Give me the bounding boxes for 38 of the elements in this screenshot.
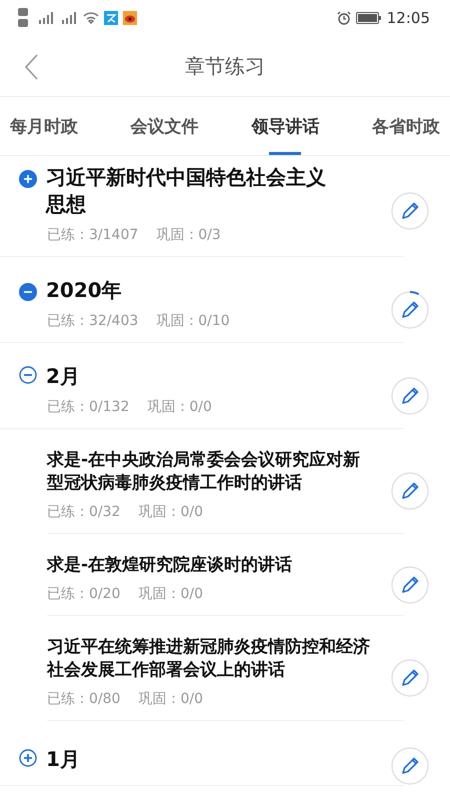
chapter-title: 2020年 xyxy=(46,277,123,304)
chapter-title: 习近平在统筹推进新冠肺炎疫情防控和经济社会发展工作部署会议上的讲话 xyxy=(47,636,371,682)
collapse-icon[interactable] xyxy=(19,283,37,301)
tab[interactable]: 各省时政 xyxy=(372,97,440,155)
tab[interactable]: 领导讲话 xyxy=(251,97,320,155)
practiced-count: 已练：32/403 xyxy=(47,312,138,330)
practiced-count: 已练：0/80 xyxy=(47,690,120,708)
practiced-count: 已练：3/1407 xyxy=(47,226,138,244)
battery-icon xyxy=(356,12,382,24)
consolidated-count: 巩固：0/0 xyxy=(138,502,203,521)
status-time: 12:05 xyxy=(386,9,430,27)
consolidated-count: 巩固：0/0 xyxy=(138,584,203,603)
chapter-title: 1月 xyxy=(46,746,81,773)
signal-icon xyxy=(37,12,55,24)
eye-icon xyxy=(123,11,137,25)
signal-icon xyxy=(60,12,78,24)
chapter-title: 习近平新时代中国特色社会主义思想 xyxy=(46,164,327,218)
tab[interactable]: 会议文件 xyxy=(130,97,199,155)
wifi-icon xyxy=(83,12,99,24)
page-title: 章节练习 xyxy=(185,52,265,80)
practiced-count: 已练：0/20 xyxy=(47,584,120,603)
app-icon xyxy=(104,11,118,25)
back-icon[interactable] xyxy=(24,54,40,80)
alarm-icon xyxy=(336,11,351,25)
chapter-title: 求是-在敦煌研究院座谈时的讲话 xyxy=(47,554,294,577)
practiced-count: 已练：0/32 xyxy=(47,502,120,521)
chapter-title: 2月 xyxy=(46,363,81,390)
collapse-icon[interactable] xyxy=(19,366,37,384)
tab[interactable]: 每月时政 xyxy=(10,97,78,155)
consolidated-count: 巩固：0/0 xyxy=(138,690,203,708)
chapter-title: 求是-在中央政治局常委会会议研究应对新型冠状病毒肺炎疫情工作时的讲话 xyxy=(47,449,362,495)
practiced-count: 已练：0/132 xyxy=(47,398,130,416)
consolidated-count: 巩固：0/0 xyxy=(147,398,212,416)
consolidated-count: 巩固：0/10 xyxy=(156,312,230,330)
consolidated-count: 巩固：0/3 xyxy=(156,226,221,244)
expand-icon[interactable] xyxy=(19,748,37,767)
expand-icon[interactable] xyxy=(19,170,37,188)
pencil-button[interactable] xyxy=(390,290,430,330)
